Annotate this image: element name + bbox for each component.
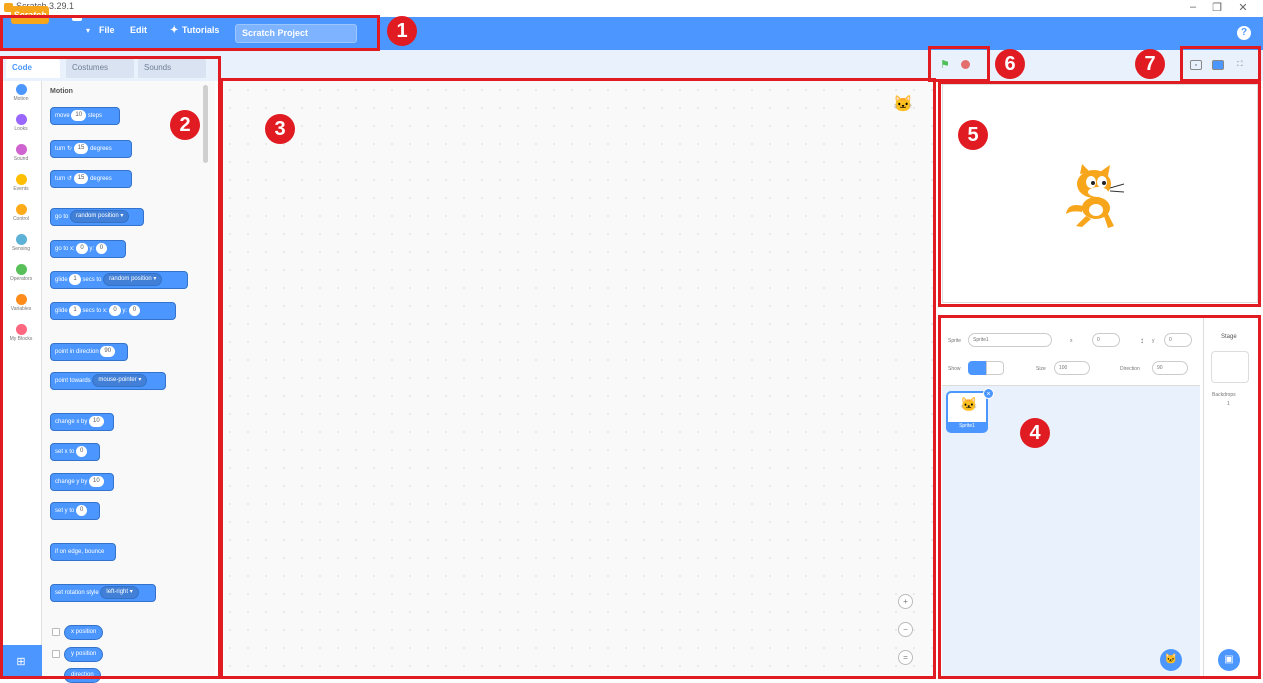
annotation-box-5: [938, 81, 1261, 307]
annotation-box-6: [928, 46, 990, 82]
close-button[interactable]: ✕: [1236, 1, 1250, 14]
marker-5: 5: [958, 120, 988, 150]
annotation-box-4: [938, 315, 1261, 679]
marker-3: 3: [265, 114, 295, 144]
marker-2: 2: [170, 110, 200, 140]
help-icon[interactable]: ?: [1237, 26, 1251, 40]
annotation-box-2: [0, 56, 221, 679]
marker-4: 4: [1020, 418, 1050, 448]
annotation-box-1: [0, 15, 380, 51]
marker-1: 1: [387, 16, 417, 46]
maximize-button[interactable]: ❐: [1210, 1, 1224, 14]
marker-7: 7: [1135, 49, 1165, 79]
marker-6: 6: [995, 49, 1025, 79]
annotation-box-3: [220, 78, 936, 679]
minimize-button[interactable]: –: [1186, 1, 1200, 13]
annotation-box-7: [1180, 46, 1261, 82]
